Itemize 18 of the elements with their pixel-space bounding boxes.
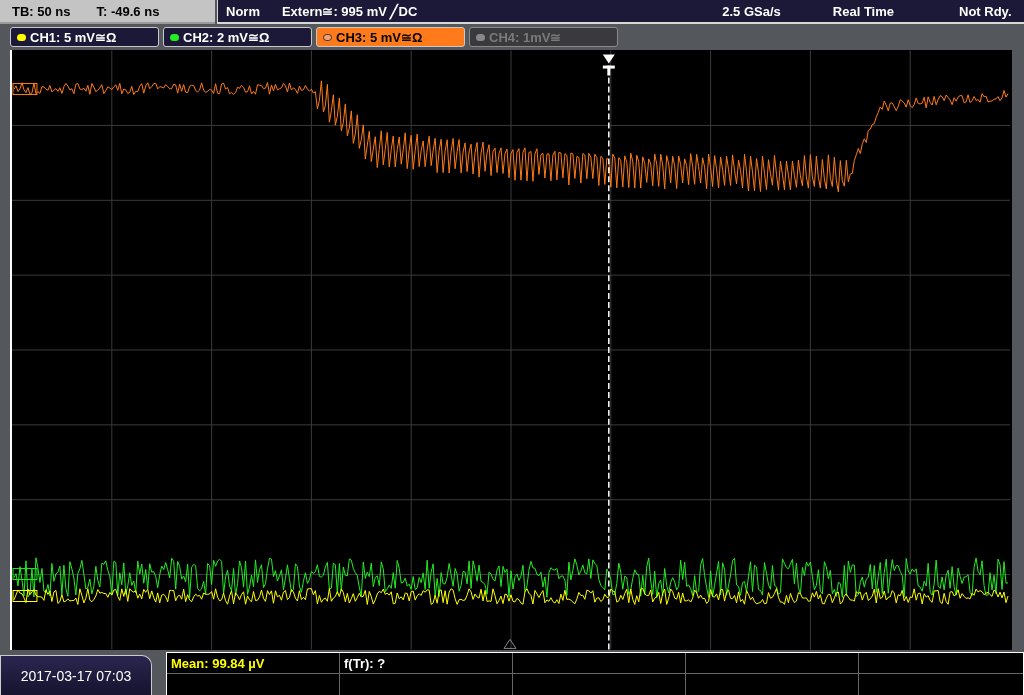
trigger-marker-icon: [602, 54, 615, 76]
sample-rate-label: 2.5 GSa/s: [722, 3, 781, 19]
channel-tab[interactable]: CH2: 2 mV≅Ω: [163, 27, 312, 47]
measurement-value: f(Tr): ?: [344, 656, 386, 671]
timebase-label: TB: 50 ns: [12, 3, 71, 19]
ground-marker-icon: [12, 83, 38, 95]
trigger-source-label: Extern≅: 995 mV ╱DC: [281, 3, 418, 19]
ground-marker-icon: [12, 568, 38, 581]
status-label: Not Rdy.: [959, 3, 1012, 19]
measurement-value: Mean: 99.84 µV: [171, 656, 265, 671]
channel-tab[interactable]: CH1: 5 mV≅Ω: [10, 27, 159, 47]
position-marker-icon: [503, 638, 517, 649]
date-time-label: 2017-03-17 07:03: [0, 655, 152, 695]
ground-marker-icon: [12, 590, 38, 602]
trigger-time-label: T: -49.6 ns: [96, 3, 160, 19]
trigger-mode-label: Norm: [226, 3, 260, 19]
channel-tab[interactable]: CH3: 5 mV≅Ω: [316, 27, 465, 47]
acquisition-mode-label: Real Time: [832, 3, 894, 19]
